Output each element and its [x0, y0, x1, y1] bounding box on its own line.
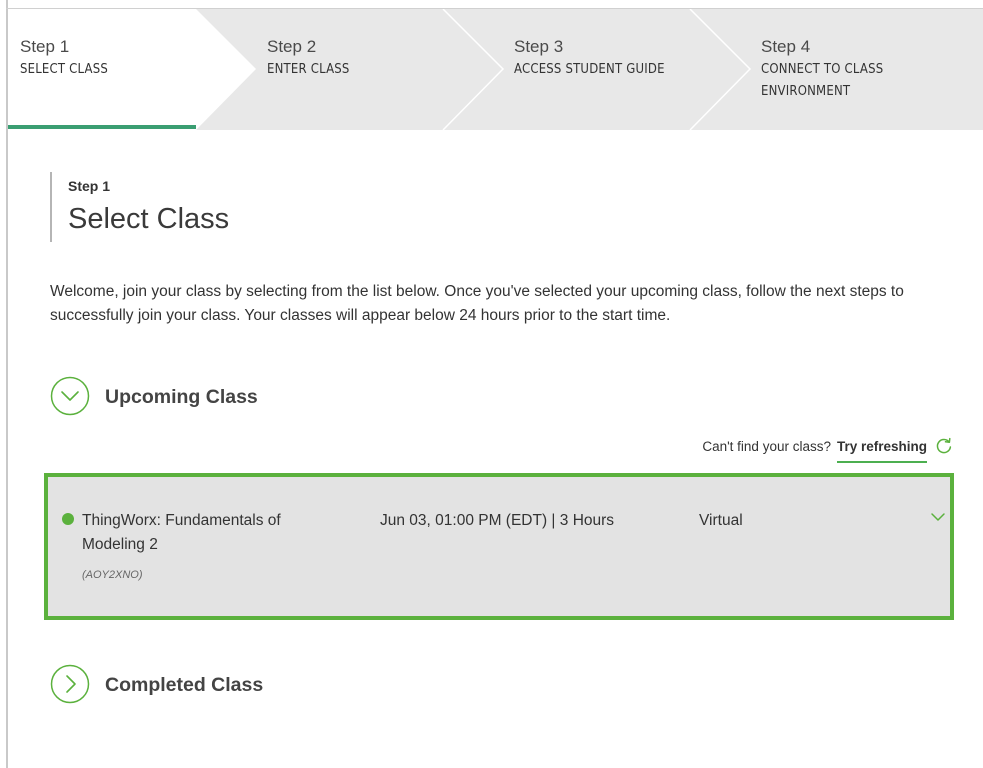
expand-upcoming-chevron-down-icon[interactable] [50, 376, 90, 416]
chevron-down-icon[interactable] [930, 511, 946, 523]
page-title: Select Class [68, 203, 230, 235]
intro-text: Welcome, join your class by selecting fr… [50, 283, 904, 324]
step-label: SELECT CLASS [20, 62, 108, 77]
step-select-class[interactable]: Step 1 SELECT CLASS [20, 37, 108, 81]
heading-step-number: Step 1 [68, 178, 111, 194]
step-label: ENTER CLASS [267, 62, 350, 77]
step-access-student-guide[interactable]: Step 3 ACCESS STUDENT GUIDE [514, 37, 665, 81]
refresh-icon[interactable] [935, 437, 953, 455]
heading-accent-rule [50, 172, 52, 242]
completed-class-title[interactable]: Completed Class [105, 674, 263, 697]
expand-completed-chevron-right-icon[interactable] [50, 664, 90, 704]
class-name: ThingWorx: Fundamentals of Modeling 2 [82, 512, 281, 553]
step-enter-class[interactable]: Step 2 ENTER CLASS [267, 37, 350, 81]
step-number: Step 1 [20, 37, 70, 56]
class-status-dot [62, 513, 74, 525]
step-label: CONNECT TO CLASS ENVIRONMENT [761, 62, 884, 99]
class-schedule: Jun 03, 01:00 PM (EDT) | 3 Hours [380, 512, 615, 529]
class-delivery-type: Virtual [699, 512, 743, 529]
refresh-prompt: Can't find your class? [702, 438, 831, 454]
try-refreshing-link[interactable]: Try refreshing [836, 439, 928, 463]
step-number: Step 3 [514, 37, 564, 56]
step-connect-to-class-environment[interactable]: Step 4 CONNECT TO CLASS ENVIRONMENT [761, 37, 921, 103]
active-step-indicator [8, 125, 196, 129]
upcoming-class-title[interactable]: Upcoming Class [105, 386, 258, 409]
step-number: Step 2 [267, 37, 317, 56]
upcoming-class-card[interactable]: ThingWorx: Fundamentals of Modeling 2 (A… [44, 473, 954, 620]
refresh-row: Can't find your class? Try refreshing [702, 437, 953, 463]
step-progress-bar: Step 1 SELECT CLASS Step 2 ENTER CLASS S… [8, 9, 983, 130]
class-code: (AOY2XNO) [82, 569, 143, 581]
step-label: ACCESS STUDENT GUIDE [514, 62, 665, 77]
step-number: Step 4 [761, 37, 811, 56]
